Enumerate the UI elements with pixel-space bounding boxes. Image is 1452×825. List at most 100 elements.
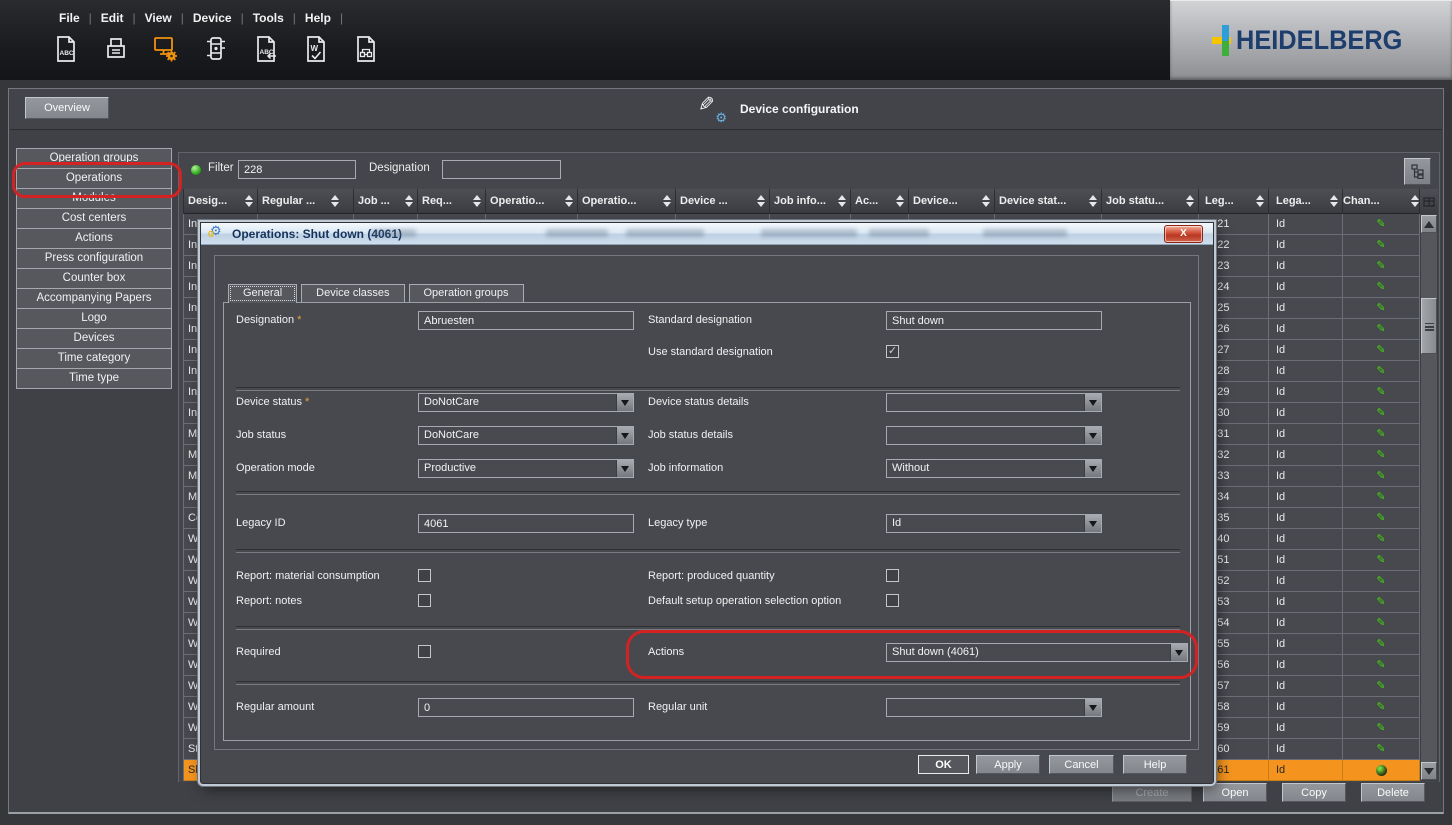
- chevron-down-icon[interactable]: [1084, 515, 1101, 532]
- apply-button[interactable]: Apply: [976, 755, 1040, 774]
- use-standard-designation-checkbox[interactable]: ✓: [886, 345, 899, 358]
- document-import-button[interactable]: ABC: [252, 34, 280, 66]
- chevron-down-icon[interactable]: [616, 394, 633, 411]
- column-header-5[interactable]: Operatio...: [578, 189, 676, 214]
- sort-arrows-icon[interactable]: [757, 195, 765, 207]
- designation-input[interactable]: Abruesten: [418, 311, 634, 330]
- sort-arrows-icon[interactable]: [838, 195, 846, 207]
- menu-tools[interactable]: Tools: [244, 9, 293, 27]
- cancel-button[interactable]: Cancel: [1049, 755, 1114, 774]
- dialog-titlebar[interactable]: ⚙ ⚙ Operations: Shut down (4061) X: [201, 223, 1213, 245]
- report-notes-checkbox[interactable]: [418, 594, 431, 607]
- scroll-up-button[interactable]: [1421, 215, 1437, 233]
- document-link-button[interactable]: [352, 34, 380, 66]
- menu-device[interactable]: Device: [184, 9, 241, 27]
- actions-dropdown[interactable]: Shut down (4061): [886, 643, 1188, 662]
- sort-arrows-icon[interactable]: [896, 195, 904, 207]
- legacy-id-input[interactable]: 4061: [418, 514, 634, 533]
- filter-input[interactable]: 228: [238, 160, 356, 179]
- sidebar-item-devices[interactable]: Devices: [16, 329, 172, 349]
- column-header-2[interactable]: Job ...: [354, 189, 418, 214]
- sort-arrows-icon[interactable]: [331, 195, 339, 207]
- tab-general[interactable]: General: [228, 284, 298, 303]
- column-header-4[interactable]: Operatio...: [486, 189, 578, 214]
- sidebar-item-operations[interactable]: Operations: [16, 169, 172, 189]
- chevron-down-icon[interactable]: [616, 460, 633, 477]
- operation-mode-dropdown[interactable]: Productive: [418, 459, 634, 478]
- report-material-checkbox[interactable]: [418, 569, 431, 582]
- vertical-scrollbar[interactable]: [1420, 214, 1438, 781]
- sort-arrows-icon[interactable]: [1089, 195, 1097, 207]
- legacy-type-dropdown[interactable]: Id: [886, 514, 1102, 533]
- table-corner-button[interactable]: [1420, 189, 1438, 215]
- column-header-11[interactable]: Job statu...: [1102, 189, 1199, 214]
- press-unit-button[interactable]: [202, 34, 230, 66]
- job-status-dropdown[interactable]: DoNotCare: [418, 426, 634, 445]
- sort-arrows-icon[interactable]: [473, 195, 481, 207]
- column-header-10[interactable]: Device stat...: [995, 189, 1102, 214]
- delete-button[interactable]: Delete: [1361, 783, 1425, 802]
- print-columns-button[interactable]: [102, 34, 130, 66]
- sort-arrows-icon[interactable]: [405, 195, 413, 207]
- sidebar-item-logo[interactable]: Logo: [16, 309, 172, 329]
- open-button[interactable]: Open: [1203, 783, 1267, 802]
- dialog-close-button[interactable]: X: [1164, 225, 1203, 243]
- sidebar-item-press-configuration[interactable]: Press configuration: [16, 249, 172, 269]
- column-header-0[interactable]: Desig...: [184, 189, 258, 214]
- sort-arrows-icon[interactable]: [1330, 195, 1338, 207]
- column-header-1[interactable]: Regular ...: [258, 189, 354, 214]
- hierarchy-view-button[interactable]: [1404, 158, 1431, 185]
- menu-view[interactable]: View: [136, 9, 181, 27]
- chevron-down-icon[interactable]: [1084, 427, 1101, 444]
- sidebar-item-operation-groups[interactable]: Operation groups: [16, 148, 172, 169]
- sort-arrows-icon[interactable]: [245, 195, 253, 207]
- column-header-14[interactable]: Chan...: [1343, 189, 1420, 214]
- sidebar-item-actions[interactable]: Actions: [16, 229, 172, 249]
- sort-arrows-icon[interactable]: [1186, 195, 1194, 207]
- column-header-3[interactable]: Req...: [418, 189, 486, 214]
- menu-edit[interactable]: Edit: [92, 9, 133, 27]
- device-status-details-dropdown[interactable]: [886, 393, 1102, 412]
- column-header-9[interactable]: Device...: [909, 189, 995, 214]
- column-header-6[interactable]: Device ...: [676, 189, 770, 214]
- report-document-button[interactable]: ABC: [52, 34, 80, 66]
- sidebar-item-accompanying-papers[interactable]: Accompanying Papers: [16, 289, 172, 309]
- chevron-down-icon[interactable]: [1084, 394, 1101, 411]
- copy-button[interactable]: Copy: [1282, 783, 1346, 802]
- default-setup-checkbox[interactable]: [886, 594, 899, 607]
- sort-arrows-icon[interactable]: [663, 195, 671, 207]
- column-header-7[interactable]: Job info...: [770, 189, 851, 214]
- sort-arrows-icon[interactable]: [565, 195, 573, 207]
- menu-file[interactable]: File: [50, 9, 89, 27]
- chevron-down-icon[interactable]: [616, 427, 633, 444]
- sidebar-item-time-type[interactable]: Time type: [16, 369, 172, 389]
- chevron-down-icon[interactable]: [1084, 699, 1101, 716]
- sidebar-item-time-category[interactable]: Time category: [16, 349, 172, 369]
- ok-button[interactable]: OK: [918, 755, 969, 774]
- standard-designation-input[interactable]: Shut down: [886, 311, 1102, 330]
- required-checkbox[interactable]: [418, 645, 431, 658]
- device-configuration-button[interactable]: [152, 34, 180, 66]
- sidebar-item-counter-box[interactable]: Counter box: [16, 269, 172, 289]
- help-button[interactable]: Help: [1123, 755, 1187, 774]
- column-header-8[interactable]: Ac...: [851, 189, 909, 214]
- tab-operation-groups[interactable]: Operation groups: [408, 284, 524, 302]
- regular-unit-dropdown[interactable]: [886, 698, 1102, 717]
- job-information-dropdown[interactable]: Without: [886, 459, 1102, 478]
- chevron-down-icon[interactable]: [1084, 460, 1101, 477]
- chevron-down-icon[interactable]: [1170, 644, 1187, 661]
- scrollbar-thumb[interactable]: [1421, 298, 1437, 354]
- sidebar-item-cost-centers[interactable]: Cost centers: [16, 209, 172, 229]
- column-header-13[interactable]: Lega...: [1269, 189, 1343, 214]
- sort-arrows-icon[interactable]: [1256, 195, 1264, 207]
- scroll-down-button[interactable]: [1421, 762, 1437, 780]
- tab-device-classes[interactable]: Device classes: [301, 284, 405, 302]
- menu-help[interactable]: Help: [296, 9, 340, 27]
- report-quantity-checkbox[interactable]: [886, 569, 899, 582]
- job-status-details-dropdown[interactable]: [886, 426, 1102, 445]
- sidebar-item-modules[interactable]: Modules: [16, 189, 172, 209]
- sort-arrows-icon[interactable]: [982, 195, 990, 207]
- designation-filter-input[interactable]: [442, 160, 561, 179]
- sort-arrows-icon[interactable]: [1411, 195, 1419, 207]
- regular-amount-input[interactable]: 0: [418, 698, 634, 717]
